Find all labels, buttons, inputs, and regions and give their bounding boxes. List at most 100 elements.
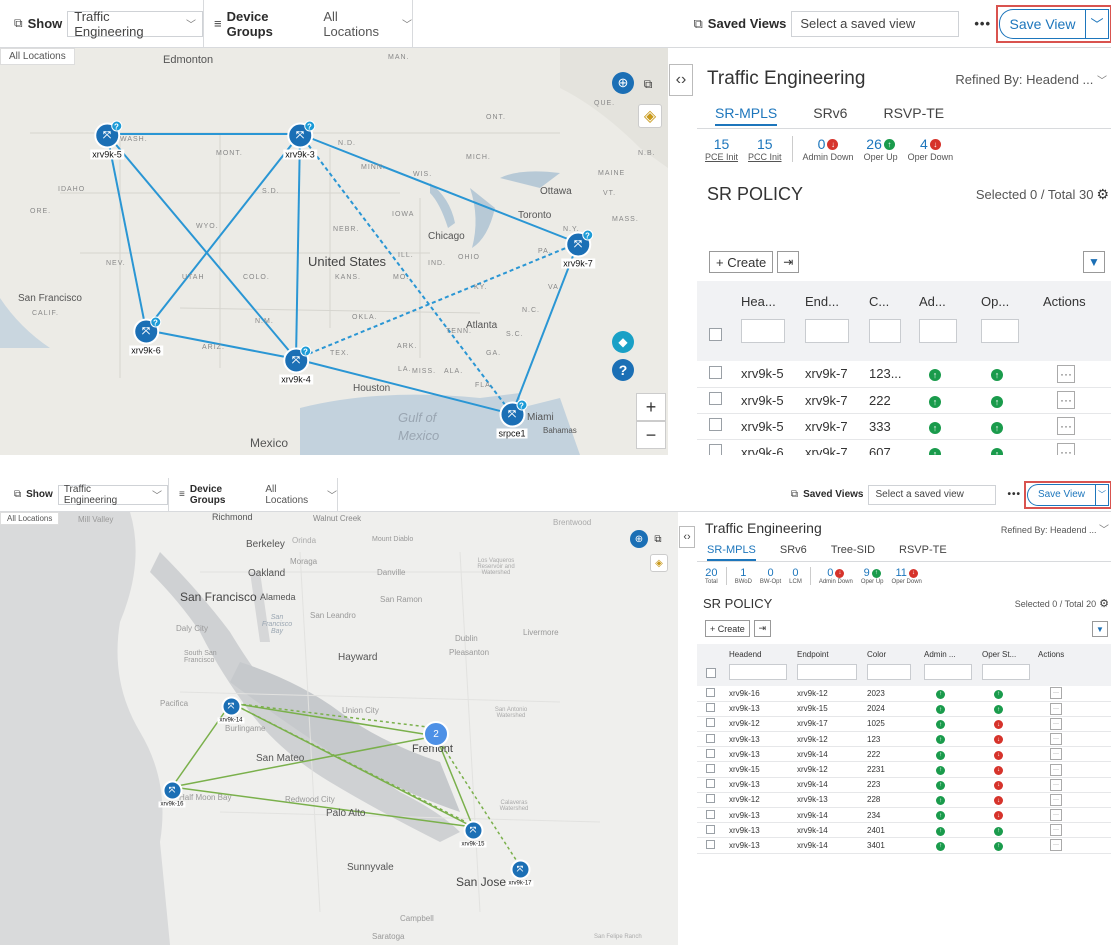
table-row[interactable]: xrv9k-13 xrv9k-14 223 ↑ ↓ ··· <box>697 777 1111 793</box>
topology-icon[interactable]: ⧉ <box>638 74 658 94</box>
topology-icon[interactable]: ⧉ <box>650 531 666 547</box>
column-admin[interactable]: Ad... <box>919 281 981 361</box>
router-node[interactable]: ⤧ xrv9k-17 <box>506 859 534 887</box>
device-groups[interactable]: ≡ Device Groups All Locations ﹀ <box>204 9 412 39</box>
row-checkbox[interactable] <box>706 687 715 697</box>
filter-input[interactable] <box>729 664 787 680</box>
create-button[interactable]: + Create <box>709 251 774 273</box>
table-row[interactable]: xrv9k-5 xrv9k-7 123... ↑ ↑ ··· <box>697 361 1111 388</box>
column-oper[interactable]: Oper St... <box>982 644 1038 686</box>
layers-icon[interactable]: ◈ <box>638 104 662 128</box>
row-actions-button[interactable]: ··· <box>1050 793 1062 806</box>
stat-oper-up[interactable]: 9 ↑ Oper Up <box>861 567 884 585</box>
row-checkbox[interactable] <box>709 444 722 455</box>
table-row[interactable]: xrv9k-15 xrv9k-12 2231 ↑ ↓ ··· <box>697 761 1111 778</box>
export-icon[interactable]: ⇥ <box>777 251 800 273</box>
row-checkbox[interactable] <box>706 764 715 774</box>
select-all-checkbox[interactable] <box>706 668 716 678</box>
row-actions-button[interactable]: ··· <box>1050 702 1062 715</box>
export-icon[interactable]: ⇥ <box>753 620 771 637</box>
tab-rsvp-te[interactable]: RSVP-TE <box>899 544 947 556</box>
table-row[interactable]: xrv9k-16 xrv9k-12 2023 ↑ ↑ ··· <box>697 686 1111 702</box>
row-checkbox[interactable] <box>706 733 715 743</box>
saved-view-select[interactable]: Select a saved view <box>791 10 960 37</box>
column-endpoint[interactable]: Endpoint <box>797 644 867 686</box>
stat-oper-down[interactable]: 4 ↓ Oper Down <box>908 136 954 162</box>
row-actions-button[interactable]: ··· <box>1050 778 1062 791</box>
row-actions-button[interactable]: ··· <box>1050 824 1062 837</box>
map-view[interactable]: All Locations Edmonton ONT. QUE. MAN. N.… <box>0 48 668 455</box>
filter-input[interactable] <box>805 319 849 343</box>
tab-rsvp-te[interactable]: RSVP-TE <box>883 105 944 121</box>
column-admin[interactable]: Admin ... <box>924 644 982 686</box>
row-checkbox[interactable] <box>706 809 715 819</box>
table-row[interactable]: xrv9k-13 xrv9k-14 222 ↑ ↓ ··· <box>697 746 1111 763</box>
router-node[interactable]: ⤧ xrv9k-15 <box>459 820 487 848</box>
column-color[interactable]: C... <box>869 281 919 361</box>
save-view-label[interactable]: Save View <box>999 8 1085 39</box>
stat-admin-down[interactable]: 0 ↓ Admin Down <box>803 136 854 162</box>
more-options-button[interactable]: ••• <box>1007 489 1021 500</box>
table-row[interactable]: xrv9k-5 xrv9k-7 333 ↑ ↑ ··· <box>697 413 1111 440</box>
stat-oper-up[interactable]: 26 ↑ Oper Up <box>864 136 898 162</box>
row-checkbox[interactable] <box>709 392 722 405</box>
stat-admin-down[interactable]: 0 ↓ Admin Down <box>819 567 853 585</box>
router-node[interactable]: ⤧ xrv9k-16 <box>158 780 186 808</box>
row-actions-button[interactable]: ··· <box>1057 443 1075 455</box>
row-actions-button[interactable]: ··· <box>1050 763 1062 776</box>
layers-icon[interactable]: ◈ <box>650 554 668 572</box>
row-actions-button[interactable]: ··· <box>1057 364 1075 383</box>
row-checkbox[interactable] <box>706 748 715 758</box>
table-row[interactable]: xrv9k-13 xrv9k-14 234 ↑ ↓ ··· <box>697 807 1111 824</box>
select-all-checkbox[interactable] <box>709 328 722 341</box>
row-checkbox[interactable] <box>709 418 722 431</box>
save-view-button[interactable]: Save View ﹀ <box>996 4 1111 43</box>
save-view-label[interactable]: Save View <box>1027 483 1095 506</box>
filter-icon[interactable]: ▼ <box>1083 251 1105 273</box>
row-actions-button[interactable]: ··· <box>1050 809 1062 822</box>
filter-input[interactable] <box>867 664 911 680</box>
zoom-out-icon[interactable]: − <box>636 421 666 449</box>
table-row[interactable]: xrv9k-13 xrv9k-12 123 ↑ ↓ ··· <box>697 731 1111 748</box>
more-options-button[interactable]: ••• <box>974 16 991 31</box>
refined-by-dropdown[interactable]: Refined By: Headend ... ﹀ <box>955 72 1107 87</box>
filter-input[interactable] <box>919 319 957 343</box>
table-row[interactable]: xrv9k-13 xrv9k-14 2401 ↑ ↑ ··· <box>697 822 1111 839</box>
row-checkbox[interactable] <box>709 365 722 379</box>
router-node[interactable]: ⤧? xrv9k-4 <box>279 345 313 385</box>
stat-oper-down[interactable]: 11 ↓ Oper Down <box>892 567 922 585</box>
router-node[interactable]: ⤧? srpce1 <box>496 399 528 439</box>
row-actions-button[interactable]: ··· <box>1050 733 1062 746</box>
column-oper[interactable]: Op... <box>981 281 1043 361</box>
globe-icon[interactable]: ⊕ <box>630 530 648 548</box>
table-row[interactable]: xrv9k-12 xrv9k-17 1025 ↑ ↓ ··· <box>697 716 1111 733</box>
help-icon[interactable]: ? <box>612 359 634 381</box>
table-row[interactable]: xrv9k-5 xrv9k-7 222 ↑ ↑ ··· <box>697 387 1111 414</box>
show-dropdown[interactable]: Traffic Engineering ﹀ <box>57 484 168 506</box>
column-headend[interactable]: Hea... <box>741 281 805 361</box>
stat-bw-opt[interactable]: 0 BW-Opt <box>760 567 781 585</box>
row-actions-button[interactable]: ··· <box>1057 391 1075 409</box>
filter-input[interactable] <box>869 319 901 343</box>
collapse-icon[interactable]: ‹› <box>669 64 693 96</box>
table-row[interactable]: xrv9k-13 xrv9k-15 2024 ↑ ↑ ··· <box>697 701 1111 717</box>
tab-sr-mpls[interactable]: SR-MPLS <box>715 105 778 126</box>
column-headend[interactable]: Headend <box>729 644 797 686</box>
stat-lcm[interactable]: 0 LCM <box>789 567 802 585</box>
filter-input[interactable] <box>797 664 857 680</box>
stat-bwod[interactable]: 1 BWoD <box>735 567 752 585</box>
row-checkbox[interactable] <box>706 718 715 728</box>
row-checkbox[interactable] <box>706 779 715 789</box>
chevron-down-icon[interactable]: ﹀ <box>1085 8 1109 39</box>
refined-by-dropdown[interactable]: Refined By: Headend ... ﹀ <box>1001 521 1109 536</box>
device-groups[interactable]: ≡ Device Groups All Locations ﹀ <box>169 484 337 506</box>
filter-input[interactable] <box>981 319 1019 343</box>
filter-input[interactable] <box>741 319 785 343</box>
chevron-down-icon[interactable]: ﹀ <box>1095 483 1109 506</box>
row-checkbox[interactable] <box>706 703 715 713</box>
stat-pce-init[interactable]: 15 PCE Init <box>705 136 738 162</box>
router-node[interactable]: ⤧? xrv9k-3 <box>283 120 317 160</box>
row-actions-button[interactable]: ··· <box>1050 687 1062 700</box>
gear-icon[interactable]: ⚙ <box>1099 597 1109 610</box>
table-row[interactable]: xrv9k-12 xrv9k-13 228 ↑ ↓ ··· <box>697 792 1111 809</box>
